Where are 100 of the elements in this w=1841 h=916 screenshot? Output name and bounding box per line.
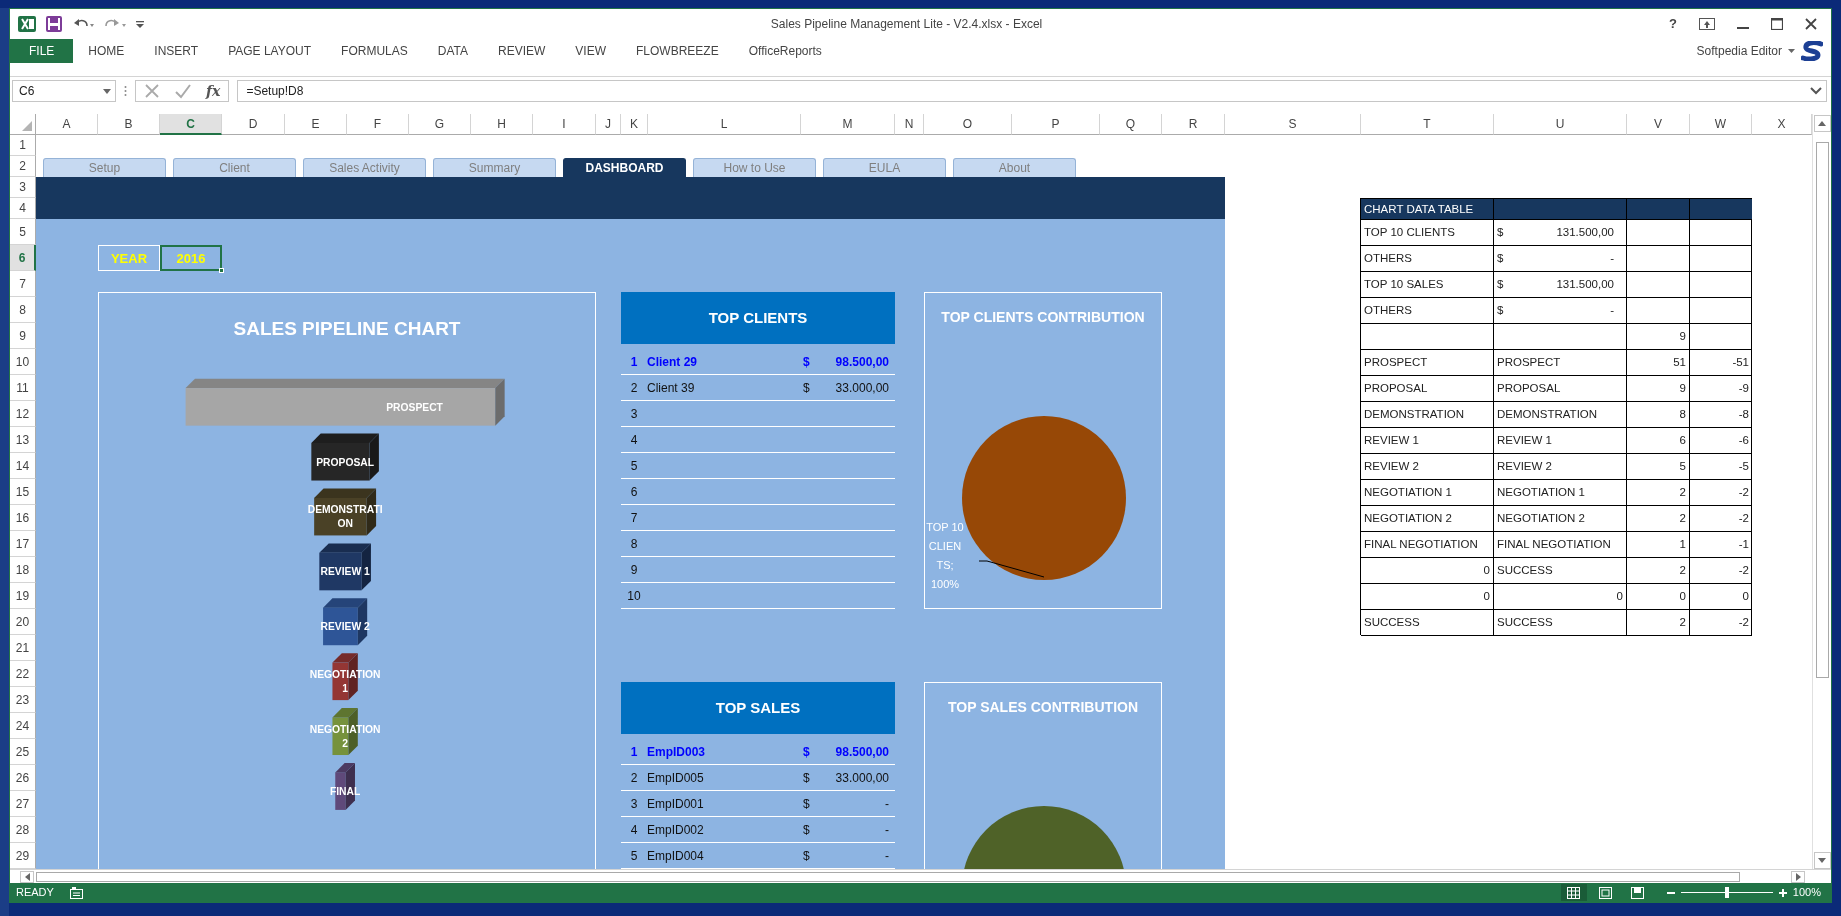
zoom-thumb[interactable] <box>1724 887 1729 899</box>
ribbon-display-icon[interactable] <box>1699 17 1715 30</box>
column-header[interactable]: A <box>36 114 98 136</box>
ribbon-tab[interactable]: FLOWBREEZE <box>621 38 734 63</box>
column-header[interactable]: T <box>1361 114 1494 136</box>
amount-cell-text: - <box>1610 303 1614 319</box>
file-tab[interactable]: FILE <box>10 38 74 63</box>
page-break-icon <box>1631 886 1645 899</box>
currency-cell-text: $ <box>1497 277 1504 293</box>
table-cell: SUCCESS <box>1361 610 1494 637</box>
user-name[interactable]: Softpedia Editor <box>1696 41 1782 60</box>
rank-cell-text: 2 <box>629 769 639 787</box>
caret-icon[interactable] <box>1788 48 1795 53</box>
table-cell: 2 <box>1627 506 1690 533</box>
scroll-left-button[interactable] <box>20 870 34 883</box>
normal-view-button[interactable] <box>1560 884 1587 902</box>
scrollbar-thumb[interactable] <box>36 871 1740 882</box>
stage-label: REVIEW 1 <box>320 566 370 578</box>
row-header[interactable]: 1 <box>10 135 36 157</box>
column-header[interactable]: D <box>222 114 285 136</box>
leader-line <box>978 560 1045 578</box>
left-arrow-icon <box>24 872 30 881</box>
column-header[interactable]: I <box>533 114 596 136</box>
column-header[interactable]: R <box>1162 114 1225 136</box>
column-header[interactable]: S <box>1225 114 1361 136</box>
ribbon-tab[interactable]: PAGE LAYOUT <box>213 38 327 63</box>
row-header[interactable]: 6 <box>10 245 36 272</box>
ribbon-tab[interactable]: INSERT <box>139 38 214 63</box>
amount-cell-text: - <box>885 795 889 813</box>
table-cell: -2 <box>1690 558 1752 585</box>
fill-handle[interactable] <box>219 268 224 274</box>
column-header[interactable]: E <box>285 114 347 136</box>
rank-cell-text: 3 <box>629 405 639 423</box>
amount-cell-text: 131.500,00 <box>1556 277 1614 293</box>
column-header[interactable]: Q <box>1100 114 1162 136</box>
column-header[interactable]: P <box>1012 114 1100 136</box>
amount-cell-text: 131.500,00 <box>1556 225 1614 241</box>
rank-cell-text: 4 <box>629 821 639 839</box>
expand-icon[interactable] <box>1810 87 1822 96</box>
table-cell: 0 <box>1627 584 1690 611</box>
formula-field[interactable]: =Setup!D8 <box>237 80 1827 103</box>
name-box[interactable]: C6 <box>12 80 116 103</box>
table-cell: 5 <box>1627 454 1690 481</box>
table-cell: 2 <box>1627 610 1690 637</box>
scroll-up-button[interactable] <box>1813 115 1831 133</box>
zoom-level[interactable]: 100% <box>1792 884 1821 901</box>
ribbon-tab[interactable]: VIEW <box>560 38 621 63</box>
check-icon[interactable] <box>174 83 192 100</box>
insert-function-button[interactable]: fx <box>206 80 221 102</box>
scrollbar-thumb[interactable] <box>1815 142 1829 679</box>
column-header[interactable]: X <box>1752 114 1812 136</box>
close-icon[interactable] <box>1805 17 1817 30</box>
save-icon[interactable] <box>46 15 62 32</box>
dropdown-icon[interactable] <box>103 88 111 94</box>
table-cell: -51 <box>1690 350 1752 377</box>
column-header[interactable]: O <box>924 114 1012 136</box>
column-header[interactable]: J <box>596 114 621 136</box>
column-header[interactable]: H <box>471 114 533 136</box>
column-header[interactable]: W <box>1690 114 1752 136</box>
table-header: CHART DATA TABLE <box>1361 199 1494 221</box>
rank-cell-text: 1 <box>629 353 639 371</box>
column-header[interactable]: F <box>347 114 409 136</box>
column-header[interactable]: M <box>801 114 895 136</box>
table-cell: PROPOSAL <box>1361 376 1494 403</box>
column-header[interactable]: K <box>621 114 648 136</box>
customize-icon[interactable] <box>136 18 144 29</box>
app-icon[interactable] <box>18 15 36 32</box>
table-cell: -8 <box>1690 402 1752 429</box>
table-cell: 51 <box>1627 350 1690 377</box>
ribbon-tab[interactable]: HOME <box>73 38 140 63</box>
table-cell: DEMONSTRATION <box>1361 402 1494 429</box>
column-header[interactable]: L <box>648 114 801 136</box>
column-header[interactable]: C <box>160 114 222 136</box>
macro-record-icon[interactable] <box>69 886 83 899</box>
maximize-icon[interactable] <box>1771 17 1783 30</box>
plus-icon[interactable] <box>1778 888 1787 897</box>
ribbon-tab[interactable]: DATA <box>422 38 483 63</box>
table-header: TOP SALES <box>621 682 895 735</box>
column-header[interactable]: G <box>409 114 471 136</box>
table-cell: REVIEW 2 <box>1361 454 1494 481</box>
ribbon-tab[interactable]: REVIEW <box>483 38 561 63</box>
table-cell: 8 <box>1627 402 1690 429</box>
rank-cell-text: 4 <box>629 431 639 449</box>
table-cell: DEMONSTRATION <box>1494 402 1627 429</box>
scroll-down-button[interactable] <box>1813 852 1831 870</box>
ribbon-tab[interactable]: FORMULAS <box>326 38 423 63</box>
currency-cell-text: $ <box>1497 251 1504 267</box>
ribbon-tab[interactable]: OfficeReports <box>733 38 837 63</box>
sheet-tab[interactable]: DASHBOARD <box>563 158 686 178</box>
column-header[interactable]: N <box>895 114 924 136</box>
row-header[interactable]: 2 <box>10 156 36 178</box>
column-header[interactable]: V <box>1627 114 1690 136</box>
column-header[interactable]: U <box>1494 114 1627 136</box>
table-cell: SUCCESS <box>1494 610 1627 637</box>
stage-label: REVIEW 2 <box>320 620 370 632</box>
help-button[interactable]: ? <box>1669 14 1677 34</box>
table-header: TOP CLIENTS <box>621 292 895 345</box>
table-cell: REVIEW 1 <box>1494 428 1627 455</box>
scroll-right-button[interactable] <box>1791 870 1805 883</box>
amount-cell-text: 98.500,00 <box>835 743 889 761</box>
